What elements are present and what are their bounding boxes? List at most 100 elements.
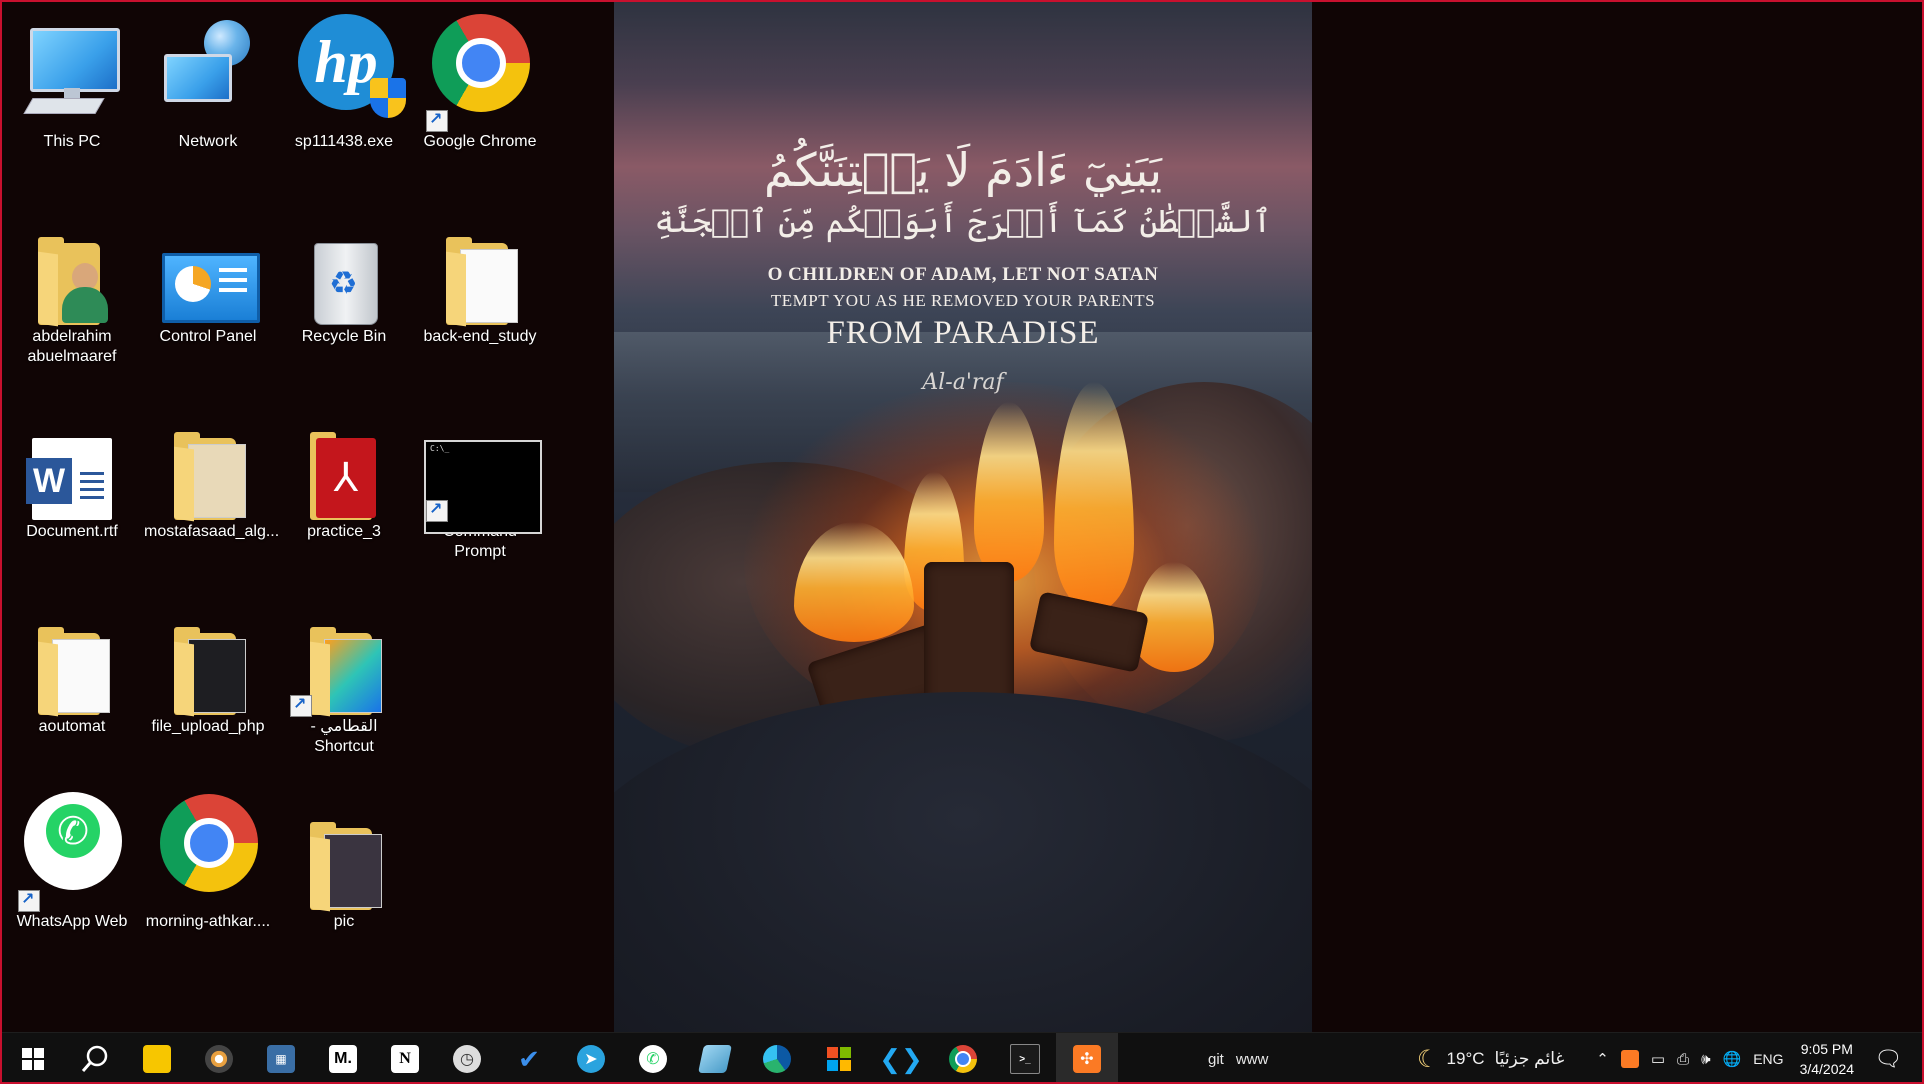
desktop-icon-label: back-end_study (423, 328, 537, 345)
language-indicator[interactable]: ENG (1753, 1051, 1783, 1067)
system-tray: ☾ 19°C غائم جزئيًا ⌃ ▭ ⎙ 🕪 🌐 ENG 9:05 PM… (1411, 1033, 1922, 1082)
show-hidden-icons-button[interactable]: ⌃ (1596, 1050, 1609, 1068)
tray-device-icon[interactable]: ⎙ (1677, 1051, 1689, 1068)
desktop-icon-label: Control Panel (159, 328, 257, 345)
taskbar-app-chrome[interactable] (932, 1033, 994, 1082)
word-document-icon: W (8, 398, 136, 522)
windows-logo-icon (22, 1048, 44, 1070)
clock-time: 9:05 PM (1800, 1041, 1853, 1057)
desktop-icon-user-folder[interactable]: abdelrahim abuelmaaref (8, 203, 136, 365)
taskbar-app-media-player[interactable] (188, 1033, 250, 1082)
desktop-icon-document-rtf[interactable]: W Document.rtf (8, 398, 136, 548)
shortcut-arrow-icon (18, 889, 40, 912)
edge-icon (763, 1045, 791, 1073)
quote-arabic-line1: يَبَنِيٓ ءَادَمَ لَا يَفۡتِنَنَّكُمُ (763, 143, 1163, 197)
taskbar-app-terminal[interactable]: >_ (994, 1033, 1056, 1082)
taskbar-app-vscode[interactable]: ❮❯ (870, 1033, 932, 1082)
toolbar-link-www[interactable]: www (1236, 1051, 1269, 1068)
media-player-icon (205, 1045, 233, 1073)
desktop-icon-file-upload-php[interactable]: file_upload_php (144, 593, 272, 743)
tray-xampp-icon[interactable] (1620, 1050, 1639, 1068)
hp-installer-icon: hp (280, 8, 408, 132)
quote-english-line1: O CHILDREN OF ADAM, LET NOT SATAN (767, 264, 1159, 285)
partly-cloudy-night-icon: ☾ (1417, 1045, 1439, 1073)
folder-shortcut-icon (280, 593, 408, 717)
taskbar-app-todo[interactable]: ✔ (498, 1033, 560, 1082)
taskbar-app-whatsapp[interactable]: ✆ (622, 1033, 684, 1082)
desktop-icon-whatsapp-web[interactable]: WhatsApp Web (8, 788, 136, 938)
desktop-icon-this-pc[interactable]: This PC (8, 8, 136, 158)
taskbar-app-calculator[interactable]: ▦ (250, 1033, 312, 1082)
shortcut-arrow-icon (426, 499, 448, 522)
desktop-icon-label: file_upload_php (151, 718, 265, 735)
this-pc-icon (8, 8, 136, 132)
notification-icon: 🗨 (1874, 1046, 1902, 1071)
desktop-icon-label: Document.rtf (26, 523, 118, 540)
telegram-icon: ➤ (577, 1045, 605, 1073)
desktop-icon-back-end-study[interactable]: back-end_study (416, 203, 544, 353)
toolbar-link-git[interactable]: git (1208, 1051, 1224, 1068)
desktop-icon-label: aoutomat (38, 718, 106, 735)
folder-icon (416, 203, 544, 327)
xampp-icon: ✣ (1073, 1045, 1101, 1073)
desktop-icon-label: sp111438.exe (294, 133, 394, 150)
desktop-icon-label: Network (178, 133, 238, 150)
desktop-icon-command-prompt[interactable]: Command Prompt (416, 398, 544, 560)
desktop-icon-practice-3[interactable]: ⅄ practice_3 (280, 398, 408, 548)
quote-signature: Al-a'raf (922, 370, 1004, 395)
chrome-icon (416, 8, 544, 132)
clock[interactable]: 9:05 PM 3/4/2024 (1800, 1039, 1855, 1079)
taskbar-app-xampp[interactable]: ✣ (1056, 1033, 1118, 1082)
quote-english-line3: FROM PARADISE (826, 315, 1100, 351)
chrome-icon (949, 1045, 977, 1073)
chrome-icon (144, 788, 272, 912)
taskbar-app-microsoft-store[interactable] (808, 1033, 870, 1082)
desktop-icon-pic[interactable]: pic (280, 788, 408, 938)
folder-icon (144, 398, 272, 522)
chevron-up-icon: ⌃ (1596, 1051, 1609, 1068)
pdf-folder-icon: ⅄ (280, 398, 408, 522)
volume-icon[interactable]: 🕪 (1701, 1051, 1710, 1068)
whatsapp-icon (8, 788, 136, 912)
taskbar-app-medium[interactable]: M. (312, 1033, 374, 1082)
search-button[interactable] (64, 1033, 126, 1082)
taskbar-app-sticky-notes[interactable] (126, 1033, 188, 1082)
command-prompt-icon (416, 398, 544, 534)
network-icon (144, 8, 272, 132)
desktop-icon-label: WhatsApp Web (16, 913, 128, 930)
desktop-icon-google-chrome[interactable]: Google Chrome (416, 8, 544, 158)
wallpaper-quote: يَبَنِيٓ ءَادَمَ لَا يَفۡتِنَنَّكُمُ ٱلش… (614, 142, 1312, 395)
desktop-icon-qatami-shortcut[interactable]: القطامي - Shortcut (280, 593, 408, 755)
desktop-icon-network[interactable]: Network (144, 8, 272, 158)
tray-battery-icon[interactable]: ▭ (1651, 1050, 1665, 1068)
folder-icon (280, 788, 408, 912)
calculator-icon: ▦ (267, 1045, 295, 1073)
folder-icon (8, 593, 136, 717)
medium-icon: M. (329, 1045, 357, 1073)
taskbar-app-notion[interactable]: N (374, 1033, 436, 1082)
quote-arabic-line2: ٱلشَّيۡطَٰنُ كَمَآ أَخۡرَجَ أَبَوَيۡكُم … (654, 202, 1272, 240)
desktop-icon-mostafasaad[interactable]: mostafasaad_alg... (144, 398, 280, 548)
taskbar-app-edge[interactable] (746, 1033, 808, 1082)
desktop-icon-morning-athkar[interactable]: morning-athkar.... (144, 788, 272, 938)
weather-temperature: 19°C (1446, 1049, 1485, 1068)
taskbar-app-notepad[interactable] (684, 1033, 746, 1082)
notifications-button[interactable]: 🗨 (1874, 1046, 1902, 1072)
wallpaper-ground (614, 692, 1312, 1032)
vscode-icon: ❮❯ (879, 1043, 923, 1074)
desktop-icon-label: القطامي - Shortcut (310, 718, 378, 755)
desktop-icon-sp111438[interactable]: hp sp111438.exe (280, 8, 408, 158)
terminal-icon: >_ (1010, 1044, 1040, 1074)
taskbar-app-clock[interactable]: ◷ (436, 1033, 498, 1082)
weather-widget[interactable]: ☾ 19°C غائم جزئيًا (1417, 1045, 1564, 1074)
clock-date: 3/4/2024 (1799, 1061, 1855, 1077)
desktop-icon-recycle-bin[interactable]: Recycle Bin (280, 203, 408, 353)
start-button[interactable] (2, 1033, 64, 1082)
desktop-icon-label: morning-athkar.... (145, 913, 271, 930)
desktop-icon-control-panel[interactable]: Control Panel (144, 203, 272, 353)
desktop-icon-aoutomat[interactable]: aoutomat (8, 593, 136, 743)
store-icon (827, 1047, 851, 1071)
desktop-icon-label: mostafasaad_alg... (144, 523, 280, 540)
network-globe-icon[interactable]: 🌐 (1723, 1050, 1742, 1068)
taskbar-app-telegram[interactable]: ➤ (560, 1033, 622, 1082)
